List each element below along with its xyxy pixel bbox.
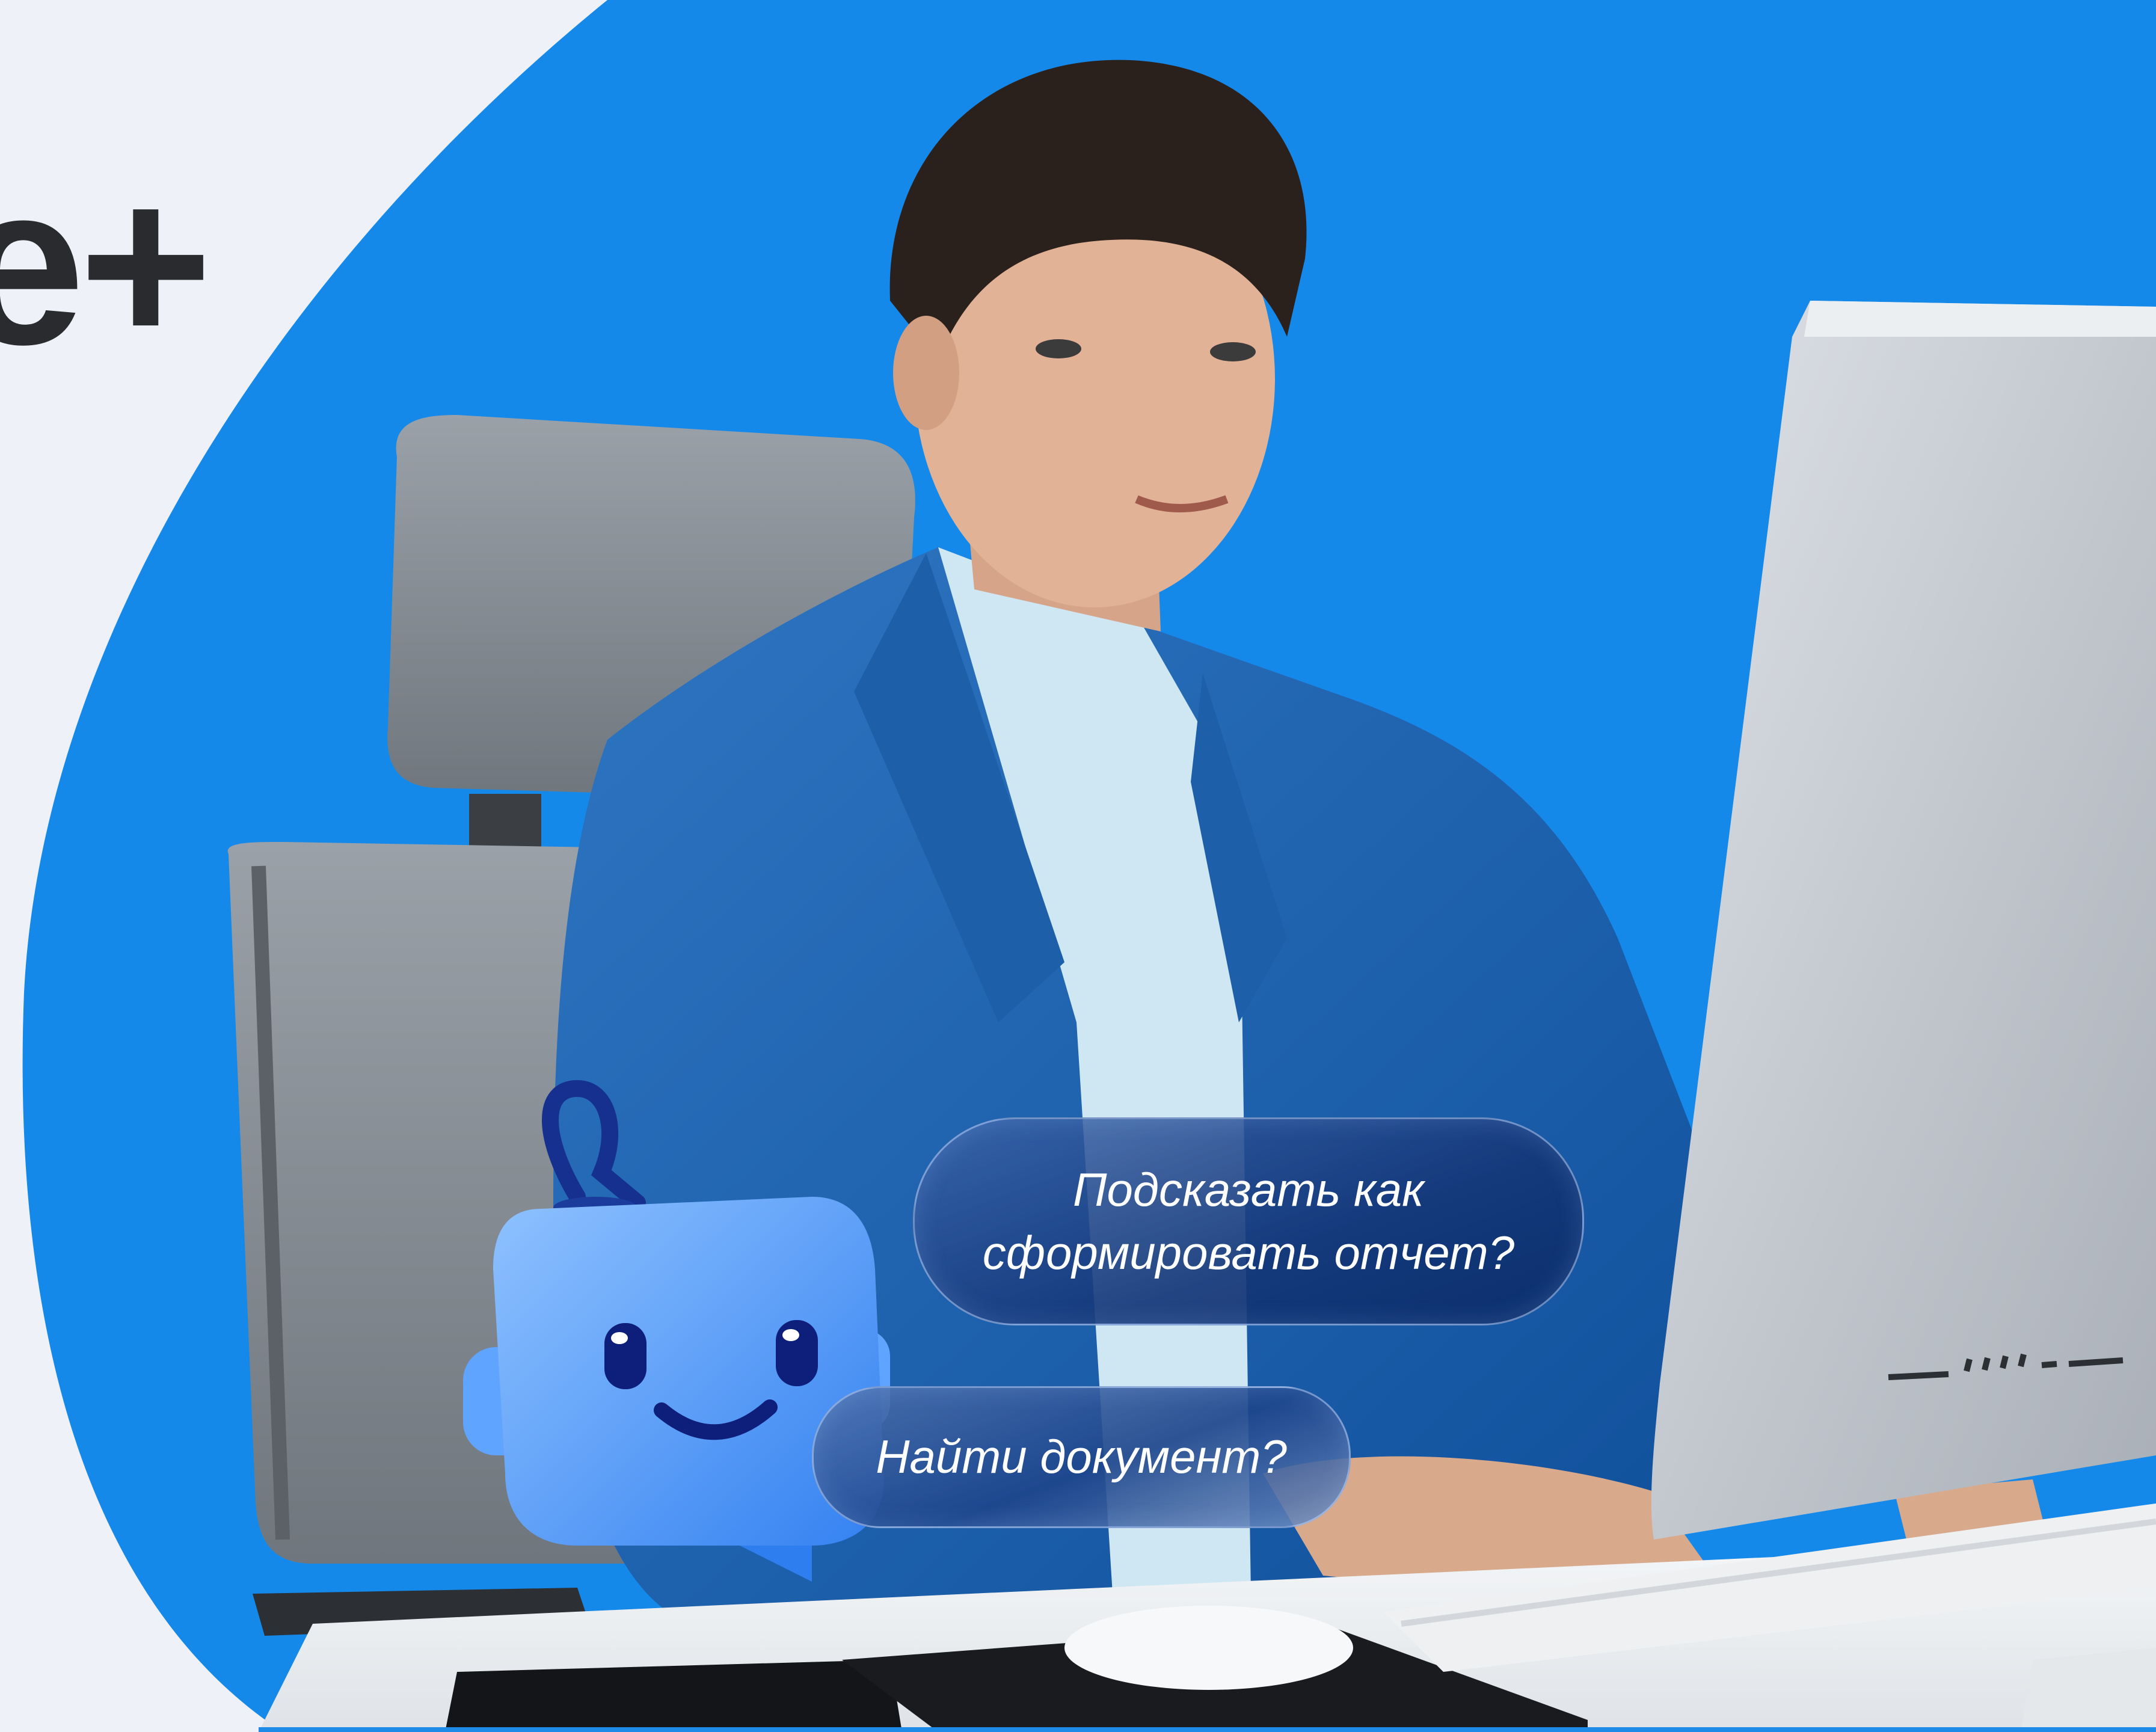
mouse [1064, 1606, 1353, 1690]
assistant-suggestion-report-text: Подсказать как сформировать отчет? [982, 1162, 1515, 1279]
assistant-suggestion-find-document[interactable]: Найти документ? [812, 1386, 1351, 1528]
monitor [1651, 301, 2156, 1540]
phone [445, 1660, 902, 1732]
promo-banner: e+ Подсказать как сформировать отчет? На… [0, 0, 2156, 1732]
assistant-suggestion-find-document-text: Найти документ? [876, 1430, 1287, 1484]
bottom-accent-line [259, 1727, 2156, 1732]
assistant-suggestion-report[interactable]: Подсказать как сформировать отчет? [913, 1117, 1584, 1325]
